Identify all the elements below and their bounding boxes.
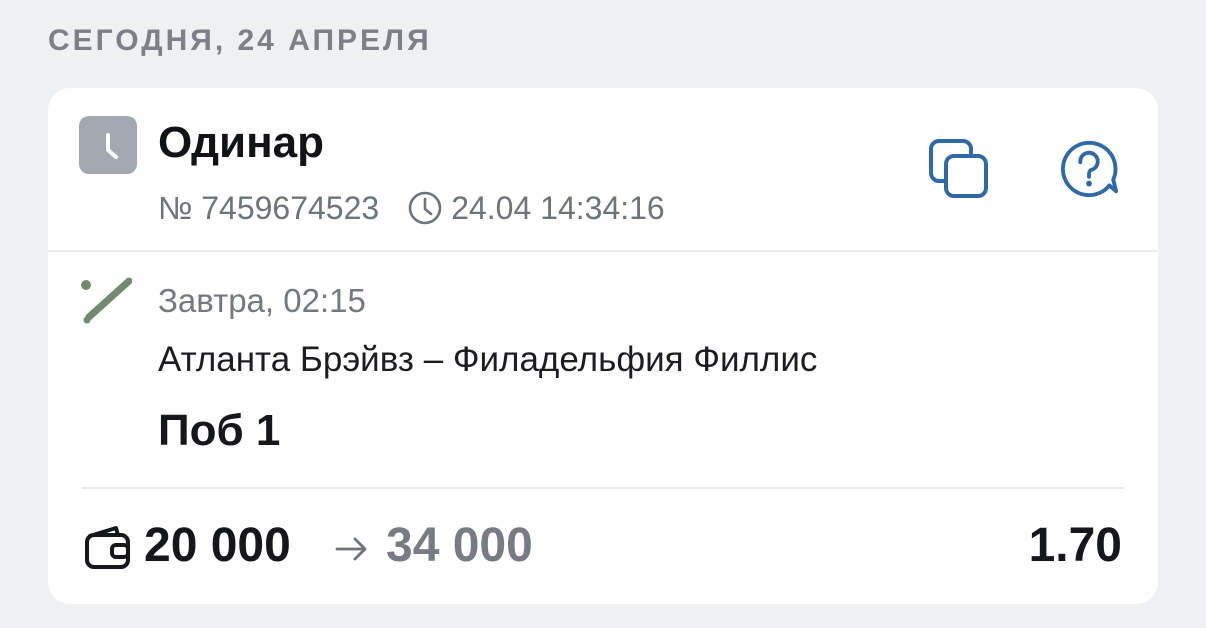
odds-value: 1.70 — [1028, 519, 1122, 572]
bet-number: № 7459674523 — [158, 189, 380, 226]
clock-icon — [79, 116, 137, 174]
bet-card[interactable]: Одинар № 7459674523 24.04 14:34:16 Завтр… — [48, 88, 1158, 604]
event-name[interactable]: Атланта Брэйвз – Филадельфия Филлис — [158, 340, 817, 380]
help-chat-icon — [1060, 140, 1119, 198]
copy-icon — [929, 139, 988, 198]
date-header: СЕГОДНЯ, 24 АПРЕЛЯ — [48, 24, 432, 57]
bet-type-title: Одинар — [158, 118, 325, 167]
bet-placed-time-value: 24.04 14:34:16 — [451, 189, 665, 226]
baseball-bat-icon — [81, 277, 132, 324]
help-button[interactable] — [1059, 138, 1121, 200]
bet-placed-time: 24.04 14:34:16 — [407, 190, 665, 227]
event-time: Завтра, 02:15 — [158, 282, 366, 319]
arrow-right-icon — [335, 537, 367, 561]
payout-amount: 34 000 — [386, 519, 533, 572]
bet-outcome: Поб 1 — [158, 406, 281, 455]
copy-button[interactable] — [928, 138, 990, 200]
clock-outline-icon — [408, 191, 442, 225]
header-divider — [48, 250, 1158, 252]
wallet-icon — [85, 526, 130, 569]
footer-divider — [82, 487, 1124, 489]
bet-meta: № 7459674523 24.04 14:34:16 — [158, 188, 665, 228]
stake-amount: 20 000 — [144, 519, 291, 572]
